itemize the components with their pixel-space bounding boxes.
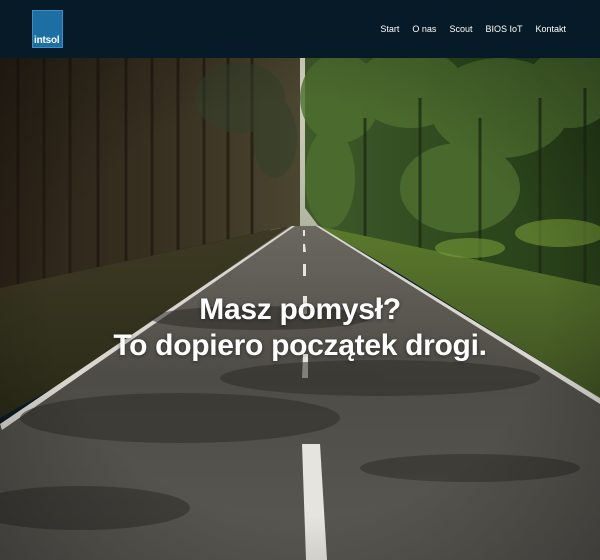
nav-item-bios-iot[interactable]: BIOS IoT [485,24,522,34]
hero-headline: Masz pomysł? To dopiero początek drogi. [0,292,600,364]
nav-item-start[interactable]: Start [380,24,399,34]
nav-item-kontakt[interactable]: Kontakt [535,24,566,34]
main-nav: Start O nas Scout BIOS IoT Kontakt [380,0,566,58]
nav-item-scout[interactable]: Scout [449,24,472,34]
logo-text: intsol [34,35,60,46]
navbar: intsol Start O nas Scout BIOS IoT Kontak… [0,0,600,58]
nav-item-o-nas[interactable]: O nas [412,24,436,34]
hero-section: Masz pomysł? To dopiero początek drogi. [0,58,600,560]
headline-line-2: To dopiero początek drogi. [113,329,487,362]
brand-logo[interactable]: intsol [32,10,63,48]
headline-line-1: Masz pomysł? [199,293,401,326]
